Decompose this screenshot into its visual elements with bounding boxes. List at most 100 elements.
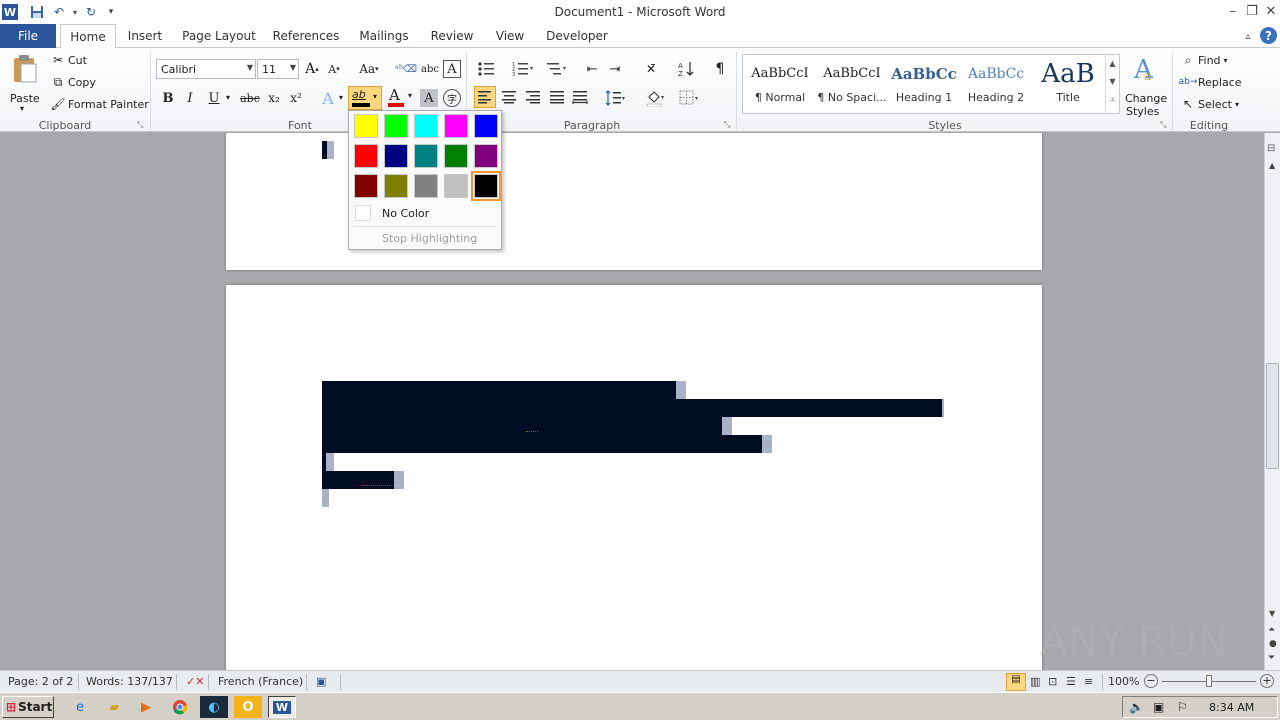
highlight-swatch[interactable]: [444, 114, 468, 138]
character-border-button[interactable]: A: [443, 60, 461, 78]
bold-button[interactable]: B: [158, 88, 178, 108]
word-taskbar-button[interactable]: W: [268, 696, 296, 718]
underline-button[interactable]: U: [204, 88, 224, 108]
edge-icon[interactable]: ◐: [200, 696, 228, 718]
style-normal[interactable]: AaBbCcI ¶ Normal: [745, 57, 815, 111]
ruler-toggle-icon[interactable]: ⊟: [1267, 143, 1279, 157]
style-title[interactable]: AaB Title: [1033, 57, 1103, 111]
highlight-swatch[interactable]: [444, 174, 468, 198]
sort-button[interactable]: AZ: [676, 59, 696, 79]
borders-button[interactable]: ▾: [676, 88, 704, 108]
tab-developer[interactable]: Developer: [542, 24, 612, 48]
browse-object-icon[interactable]: ●: [1269, 639, 1277, 649]
superscript-button[interactable]: x²: [286, 88, 306, 108]
macro-recording-icon[interactable]: ▣: [316, 675, 326, 688]
document-area[interactable]: [0, 133, 1264, 670]
tab-file[interactable]: File: [0, 24, 56, 48]
font-size-combo[interactable]: 11 ▼: [257, 59, 299, 79]
strikethrough-button[interactable]: abc: [238, 88, 262, 108]
close-icon[interactable]: ✕: [1262, 2, 1280, 20]
styles-launcher-icon[interactable]: ⤡: [1160, 120, 1166, 130]
replace-button[interactable]: ab→ Replace: [1179, 74, 1242, 90]
folder-icon[interactable]: ▰: [100, 696, 128, 718]
align-left-button[interactable]: [474, 86, 496, 108]
highlight-swatch[interactable]: [384, 174, 408, 198]
scroll-down-icon[interactable]: ▼: [1269, 609, 1275, 618]
enclose-characters-button[interactable]: 字: [443, 89, 461, 107]
line-spacing-button[interactable]: ▾: [602, 88, 630, 108]
copy-button[interactable]: ⧉ Copy: [50, 74, 96, 90]
text-effects-dropdown-icon[interactable]: ▾: [339, 93, 343, 102]
restore-icon[interactable]: ❐: [1243, 2, 1261, 20]
paste-button[interactable]: Paste ▾: [6, 52, 44, 116]
tab-home[interactable]: Home: [60, 24, 116, 49]
style-heading-2[interactable]: AaBbCc Heading 2: [961, 57, 1031, 111]
highlight-swatch[interactable]: [474, 144, 498, 168]
tab-review[interactable]: Review: [426, 24, 478, 48]
app-icon[interactable]: O: [234, 696, 262, 718]
volume-icon[interactable]: 🔈: [1129, 700, 1144, 714]
chrome-icon[interactable]: [166, 696, 194, 718]
tab-page-layout[interactable]: Page Layout: [178, 24, 260, 48]
gallery-up-icon[interactable]: ▲: [1106, 55, 1119, 73]
start-button[interactable]: ⊞ Start: [2, 696, 54, 718]
vertical-scrollbar[interactable]: ⊟ ▲ ▼ ⏶ ● ⏷: [1264, 133, 1280, 670]
paste-dropdown-icon[interactable]: ▾: [20, 104, 24, 113]
draft-view-icon[interactable]: ≡: [1084, 675, 1093, 688]
highlight-swatch[interactable]: [444, 144, 468, 168]
gallery-down-icon[interactable]: ▼: [1106, 73, 1119, 91]
shrink-font-button[interactable]: A ▾: [324, 59, 344, 79]
highlight-swatch[interactable]: [471, 171, 501, 201]
clock[interactable]: 8:34 AM: [1209, 701, 1254, 714]
select-button[interactable]: ↖ Select ▾: [1180, 96, 1239, 112]
previous-page-icon[interactable]: ⏶: [1268, 625, 1275, 635]
scroll-thumb[interactable]: [1266, 363, 1279, 469]
character-shading-button[interactable]: A: [420, 89, 438, 107]
zoom-level[interactable]: 100%: [1108, 675, 1139, 688]
justify-button[interactable]: [546, 86, 568, 108]
change-styles-button[interactable]: A a Change Styles: [1122, 52, 1168, 118]
highlight-swatch[interactable]: [384, 144, 408, 168]
stop-highlighting-option[interactable]: Stop Highlighting: [353, 229, 497, 249]
flag-icon[interactable]: ⚐: [1177, 700, 1188, 714]
outline-view-icon[interactable]: ☰: [1066, 675, 1076, 688]
asian-layout-button[interactable]: ✕̄: [638, 59, 664, 79]
multilevel-list-button[interactable]: ▾: [542, 59, 572, 79]
cut-button[interactable]: ✂ Cut: [50, 52, 87, 68]
highlight-swatch[interactable]: [354, 174, 378, 198]
decrease-indent-button[interactable]: ⇤: [582, 59, 602, 79]
tab-view[interactable]: View: [488, 24, 532, 48]
italic-button[interactable]: I: [180, 88, 200, 108]
full-screen-reading-icon[interactable]: ▥: [1030, 675, 1040, 688]
font-name-combo[interactable]: Calibri ▼: [156, 59, 256, 79]
change-case-button[interactable]: Aa ▾: [356, 59, 382, 79]
help-icon[interactable]: ?: [1260, 27, 1277, 44]
tab-references[interactable]: References: [270, 24, 342, 48]
tab-mailings[interactable]: Mailings: [352, 24, 416, 48]
highlight-swatch[interactable]: [354, 144, 378, 168]
highlight-swatch[interactable]: [474, 114, 498, 138]
clear-formatting-button[interactable]: ᵃᵇ⌫: [395, 59, 417, 79]
highlight-swatch[interactable]: [414, 114, 438, 138]
next-page-icon[interactable]: ⏷: [1268, 653, 1275, 663]
highlight-swatch[interactable]: [414, 144, 438, 168]
highlight-swatch[interactable]: [384, 114, 408, 138]
paragraph-launcher-icon[interactable]: ⤡: [724, 120, 730, 130]
network-icon[interactable]: ▣: [1153, 700, 1164, 714]
text-effects-button[interactable]: A: [318, 88, 338, 108]
grow-font-button[interactable]: A ▴: [302, 59, 322, 79]
minimize-ribbon-icon[interactable]: ▵: [1240, 24, 1256, 48]
numbering-button[interactable]: 1 2 3 ▾: [508, 59, 538, 79]
shading-button[interactable]: ▾: [642, 88, 670, 108]
minimize-icon[interactable]: –: [1224, 2, 1242, 20]
bullets-button[interactable]: [474, 59, 500, 79]
format-painter-button[interactable]: 🖌 Format Painter: [50, 96, 148, 112]
scroll-up-icon[interactable]: ▲: [1269, 161, 1275, 170]
highlight-swatch[interactable]: [354, 114, 378, 138]
underline-dropdown-icon[interactable]: ▾: [226, 93, 230, 102]
zoom-out-icon[interactable]: −: [1144, 674, 1158, 688]
no-color-option[interactable]: No Color: [353, 204, 497, 224]
phonetic-guide-button[interactable]: abc: [420, 59, 440, 79]
subscript-button[interactable]: x₂: [264, 88, 284, 108]
font-color-button[interactable]: A ▾: [386, 86, 416, 110]
